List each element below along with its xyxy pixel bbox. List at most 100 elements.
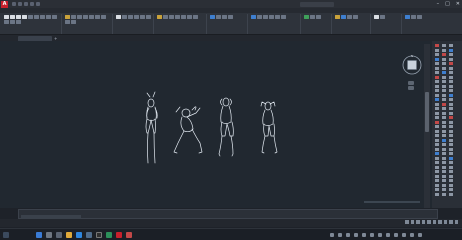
tool-icon[interactable] [435, 75, 439, 79]
tool-icon[interactable] [449, 188, 453, 191]
tool-icon[interactable] [442, 66, 446, 70]
tool-icon[interactable] [435, 57, 439, 61]
tool-icon[interactable] [442, 156, 446, 160]
draw-tool-icon[interactable] [28, 15, 33, 19]
draw-tool-icon[interactable] [40, 15, 45, 19]
tool-icon[interactable] [435, 179, 439, 182]
match-properties-icon[interactable] [251, 15, 256, 19]
tool-icon[interactable] [435, 44, 439, 47]
tool-icon[interactable] [435, 188, 439, 191]
tool-icon[interactable] [442, 143, 446, 146]
autocad-taskbar-icon[interactable] [116, 232, 122, 238]
properties-tool-icon[interactable] [257, 15, 262, 19]
insert-block-icon[interactable] [210, 15, 215, 19]
status-icon[interactable] [449, 220, 453, 224]
tool-icon[interactable] [442, 120, 446, 124]
app-icon[interactable] [126, 232, 132, 238]
save-icon[interactable] [24, 2, 28, 6]
tool-icon[interactable] [449, 156, 453, 160]
tool-icon[interactable] [435, 125, 439, 128]
tool-icon[interactable] [449, 98, 453, 101]
edge-icon[interactable] [76, 232, 82, 238]
tray-icon[interactable] [402, 233, 406, 237]
tool-icon[interactable] [435, 102, 439, 106]
tool-icon[interactable] [442, 179, 446, 182]
tray-icon[interactable] [410, 233, 414, 237]
tray-icon[interactable] [378, 233, 382, 237]
tool-icon[interactable] [449, 143, 453, 146]
tool-icon[interactable] [442, 134, 446, 137]
tool-icon[interactable] [449, 125, 453, 128]
arc-tool-icon[interactable] [22, 15, 27, 19]
tool-icon[interactable] [442, 170, 446, 173]
app-icon[interactable] [96, 232, 102, 238]
tool-icon[interactable] [449, 44, 453, 47]
tool-icon[interactable] [442, 111, 446, 115]
tool-icon[interactable] [442, 57, 446, 61]
properties-tool-icon[interactable] [263, 15, 268, 19]
stretch-tool-icon[interactable] [101, 15, 106, 19]
open-file-icon[interactable] [18, 2, 22, 6]
tool-icon[interactable] [449, 138, 453, 142]
command-input[interactable] [21, 215, 81, 219]
undo-icon[interactable] [30, 2, 34, 6]
tool-icon[interactable] [442, 152, 446, 155]
tool-icon[interactable] [449, 84, 453, 88]
tool-icon[interactable] [442, 125, 446, 128]
paste-icon[interactable] [374, 15, 379, 19]
tool-icon[interactable] [449, 165, 453, 169]
tool-icon[interactable] [442, 53, 446, 56]
search-input[interactable] [300, 1, 334, 7]
tool-icon[interactable] [449, 174, 453, 178]
block-tool-icon[interactable] [228, 15, 233, 19]
tool-icon[interactable] [449, 111, 453, 115]
status-icon[interactable] [416, 220, 420, 224]
tool-icon[interactable] [435, 165, 439, 169]
move-tool-icon[interactable] [65, 15, 70, 19]
block-tool-icon[interactable] [222, 15, 227, 19]
tool-icon[interactable] [442, 75, 446, 79]
tool-icon[interactable] [449, 71, 453, 74]
status-icon[interactable] [421, 220, 425, 224]
utilities-tool-icon[interactable] [353, 15, 358, 19]
tool-icon[interactable] [442, 161, 446, 164]
widgets-icon[interactable] [3, 232, 9, 238]
tool-icon[interactable] [435, 89, 439, 92]
tool-icon[interactable] [435, 53, 439, 56]
tool-icon[interactable] [442, 98, 446, 101]
tool-icon[interactable] [435, 161, 439, 164]
tool-icon[interactable] [449, 170, 453, 173]
text-tool-icon[interactable] [116, 15, 121, 19]
draw-tool-icon[interactable] [46, 15, 51, 19]
status-icon[interactable] [405, 220, 409, 224]
tool-icon[interactable] [442, 147, 446, 151]
layer-tool-icon[interactable] [175, 15, 180, 19]
tool-icon[interactable] [442, 192, 446, 196]
tool-icon[interactable] [442, 107, 446, 110]
redo-icon[interactable] [36, 2, 40, 6]
tool-icon[interactable] [442, 80, 446, 83]
scrollbar-thumb[interactable] [425, 92, 429, 132]
tool-icon[interactable] [442, 71, 446, 74]
table-tool-icon[interactable] [134, 15, 139, 19]
annotation-tool-icon[interactable] [140, 15, 145, 19]
store-icon[interactable] [86, 232, 92, 238]
vertical-scrollbar[interactable] [424, 44, 430, 208]
task-view-icon[interactable] [56, 232, 62, 238]
tool-icon[interactable] [449, 116, 453, 119]
block-tool-icon[interactable] [216, 15, 221, 19]
tool-icon[interactable] [449, 62, 453, 65]
tool-icon[interactable] [449, 102, 453, 106]
tool-icon[interactable] [435, 143, 439, 146]
status-icon[interactable] [438, 220, 442, 224]
tool-icon[interactable] [449, 93, 453, 97]
leader-tool-icon[interactable] [128, 15, 133, 19]
tool-icon[interactable] [442, 44, 446, 47]
file-explorer-icon[interactable] [66, 232, 72, 238]
tool-icon[interactable] [442, 183, 446, 187]
status-icon[interactable] [432, 220, 436, 224]
line-tool-icon[interactable] [4, 15, 9, 19]
tool-icon[interactable] [449, 179, 453, 182]
view-tool-icon[interactable] [411, 15, 416, 19]
draw-tool-icon[interactable] [16, 20, 21, 24]
